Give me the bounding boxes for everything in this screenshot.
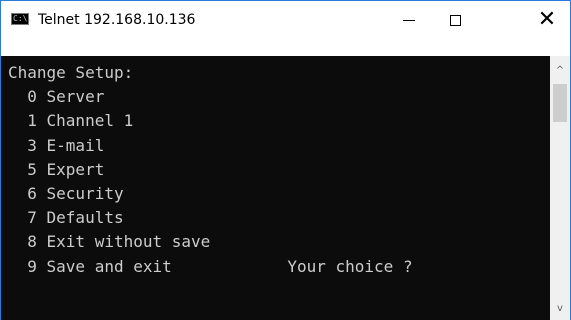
console-app-icon[interactable]: C:\. — [11, 13, 33, 25]
close-button[interactable]: ✕ — [524, 1, 570, 39]
telnet-window: C:\. Telnet 192.168.10.136 ✕ Change Setu… — [0, 0, 571, 320]
window-title: Telnet 192.168.10.136 — [38, 12, 196, 28]
title-bar[interactable]: C:\. Telnet 192.168.10.136 ✕ — [1, 1, 570, 39]
terminal-line: 7 Defaults — [8, 208, 124, 228]
terminal-line: 9 Save and exit Your choice ? — [8, 256, 413, 276]
terminal-output[interactable]: Change Setup: 0 Server 1 Channel 1 3 E-m… — [1, 56, 550, 320]
terminal-line: Change Setup: — [8, 63, 134, 82]
minimize-icon — [403, 19, 415, 21]
close-icon: ✕ — [537, 7, 557, 32]
terminal-line: 3 E-mail — [8, 135, 105, 155]
minimize-button[interactable] — [386, 1, 432, 39]
terminal-line: 0 Server — [8, 87, 105, 107]
scroll-up-arrow-icon[interactable]: ^ — [550, 60, 570, 80]
terminal-line: 5 Expert — [8, 159, 105, 179]
maximize-button[interactable] — [432, 1, 478, 39]
terminal-text: Change Setup: 0 Server 1 Channel 1 3 E-m… — [8, 61, 413, 279]
terminal-line: 8 Exit without save — [8, 232, 211, 252]
scrollbar-thumb[interactable] — [553, 84, 567, 122]
terminal-line: 6 Security — [8, 183, 124, 203]
console-icon-text: C:\. — [13, 14, 33, 23]
vertical-scrollbar[interactable]: ^ v — [550, 56, 570, 320]
terminal-line: 1 Channel 1 — [8, 111, 134, 131]
scroll-down-arrow-icon[interactable]: v — [550, 298, 570, 318]
maximize-icon — [449, 14, 461, 26]
